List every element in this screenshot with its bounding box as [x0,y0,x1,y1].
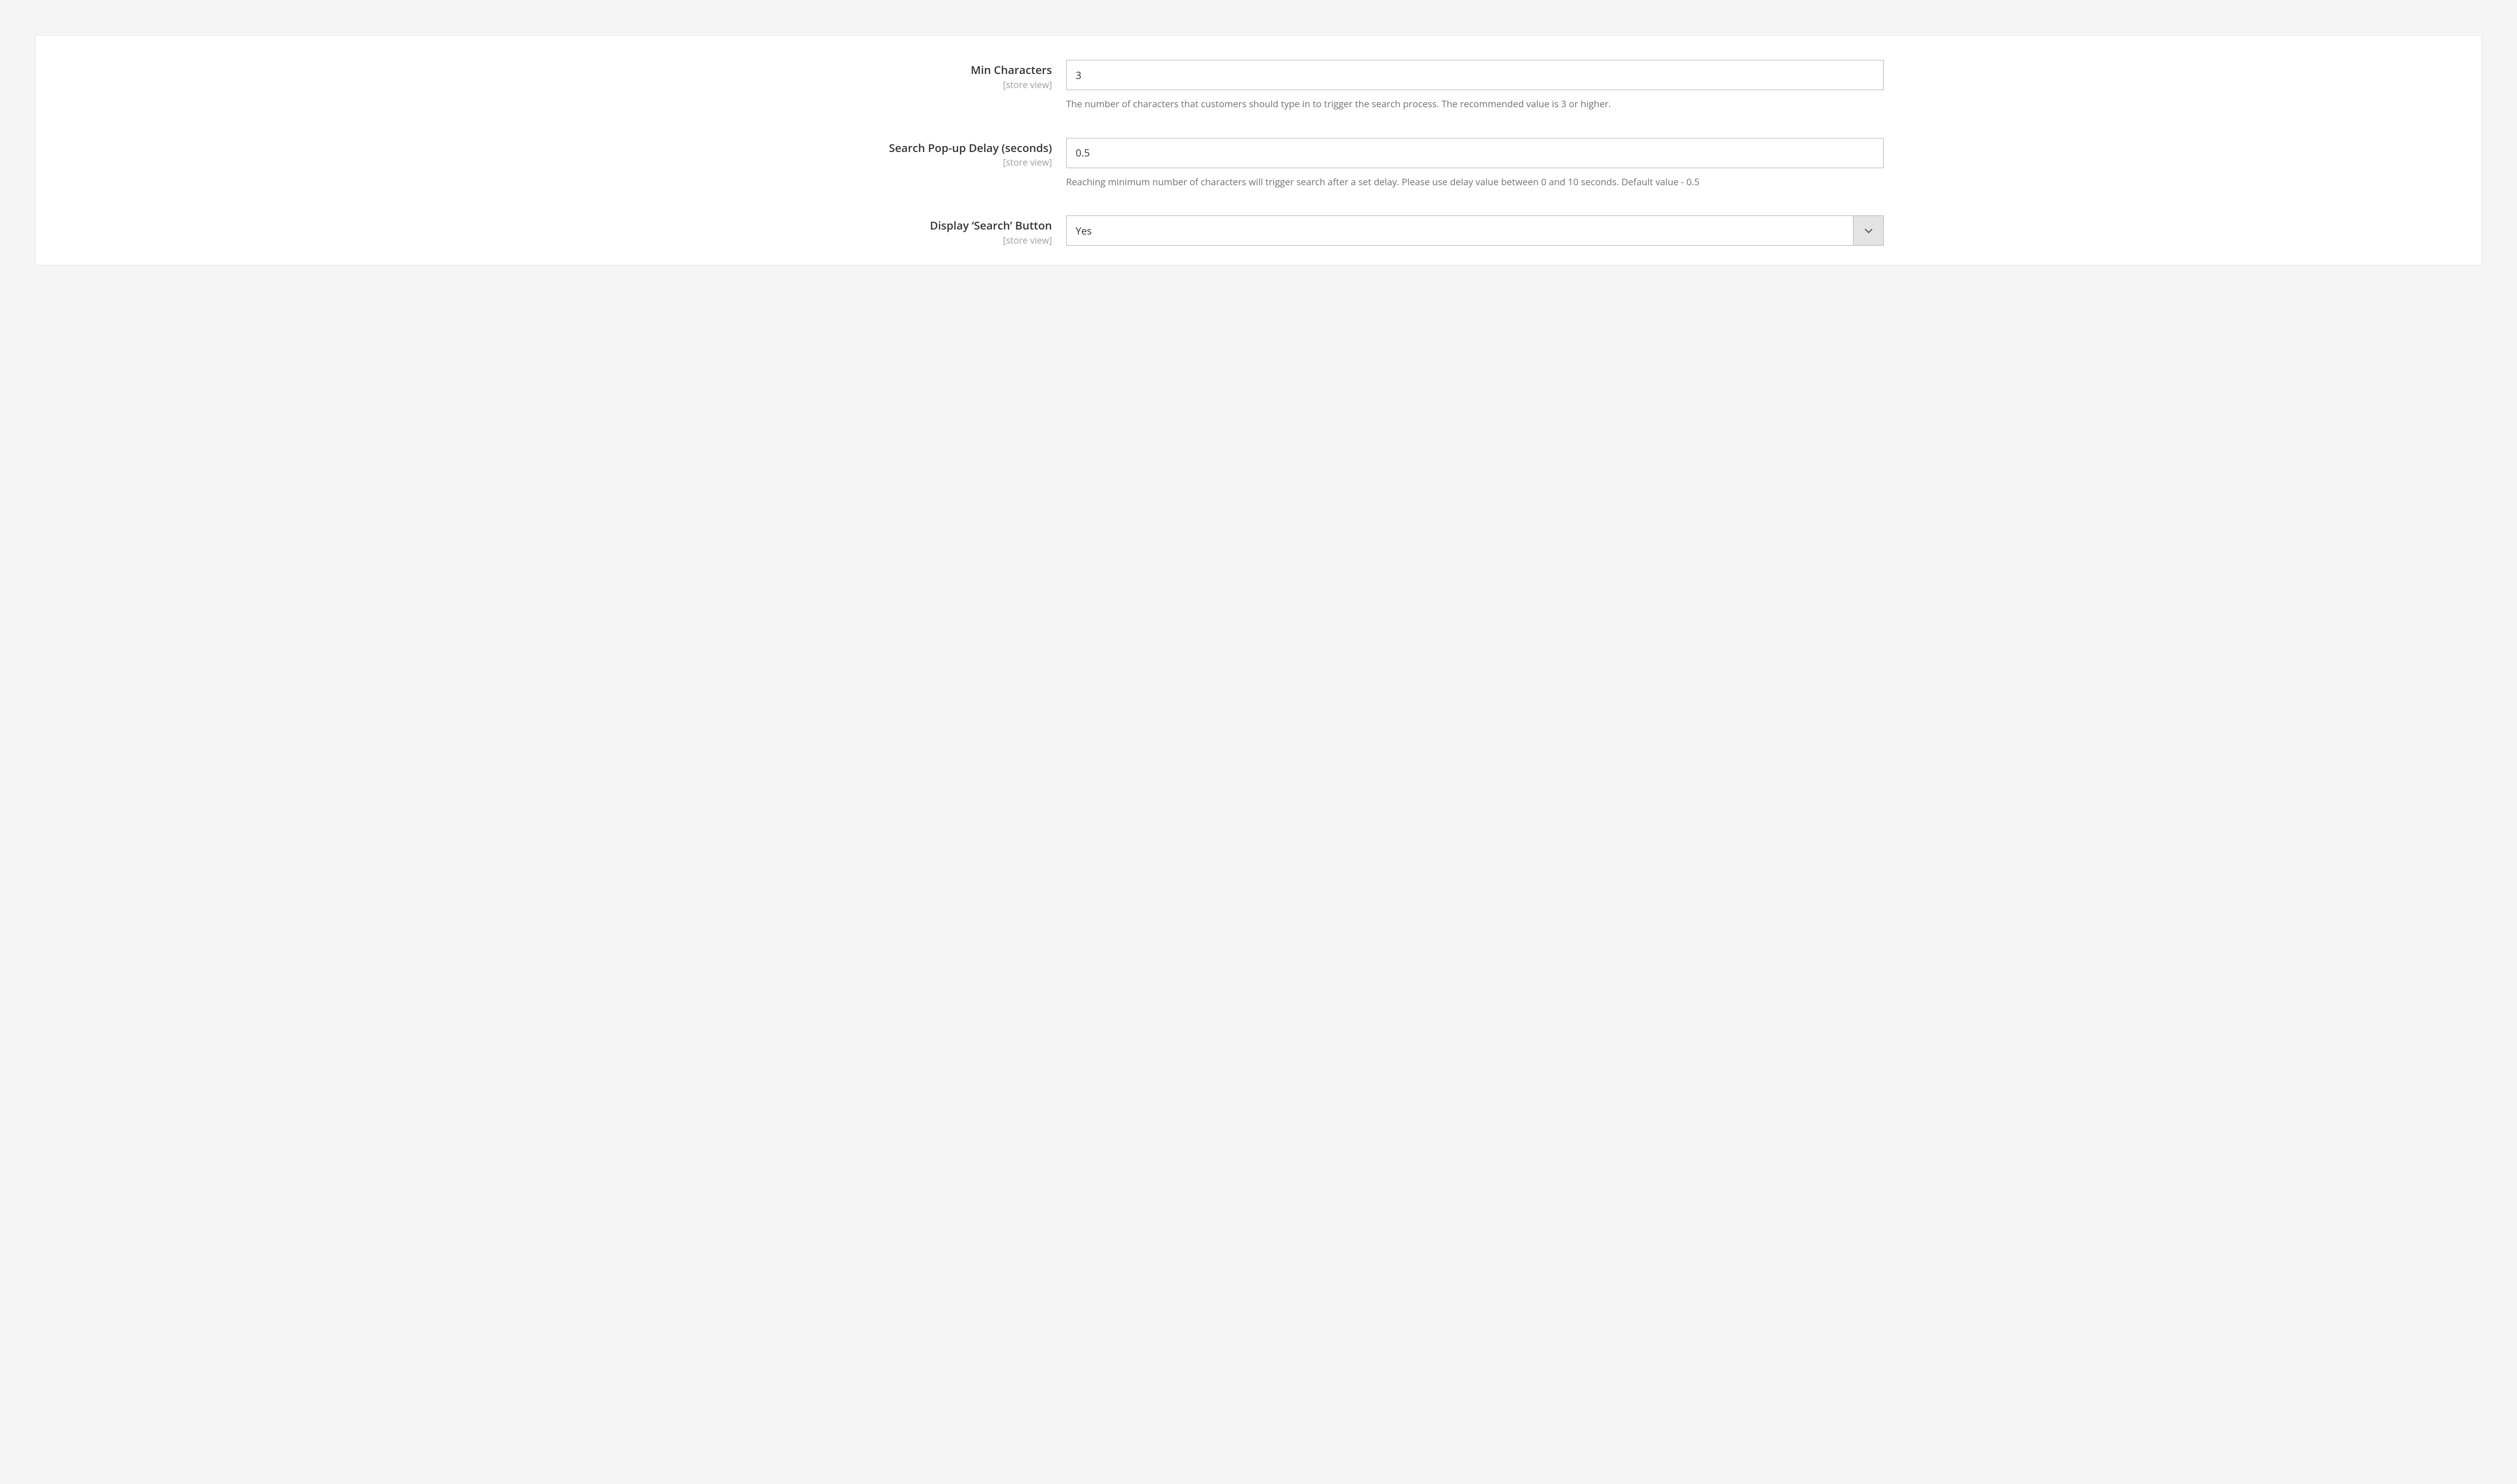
config-panel: Min Characters [store view] The number o… [35,35,2482,265]
row-display-search-button: Display ‘Search’ Button [store view] Yes [56,215,2461,247]
label-col: Search Pop-up Delay (seconds) [store vie… [56,138,1066,169]
field-col: The number of characters that customers … [1066,60,1884,112]
row-min-characters: Min Characters [store view] The number o… [56,60,2461,112]
popup-delay-label: Search Pop-up Delay (seconds) [56,141,1052,156]
display-search-button-value: Yes [1067,216,1854,245]
min-characters-label: Min Characters [56,63,1052,78]
min-characters-note: The number of characters that customers … [1066,97,1884,112]
popup-delay-input[interactable] [1066,138,1884,168]
row-popup-delay: Search Pop-up Delay (seconds) [store vie… [56,138,2461,190]
label-col: Min Characters [store view] [56,60,1066,91]
display-search-button-scope: [store view] [56,235,1052,247]
popup-delay-scope: [store view] [56,157,1052,169]
display-search-button-select[interactable]: Yes [1066,215,1884,246]
chevron-down-icon [1865,225,1873,236]
display-search-button-label: Display ‘Search’ Button [56,218,1052,234]
min-characters-input[interactable] [1066,60,1884,90]
popup-delay-note: Reaching minimum number of characters wi… [1066,175,1884,190]
field-col: Yes [1066,215,1884,246]
min-characters-scope: [store view] [56,79,1052,91]
label-col: Display ‘Search’ Button [store view] [56,215,1066,247]
select-dropdown-button[interactable] [1853,216,1883,245]
field-col: Reaching minimum number of characters wi… [1066,138,1884,190]
